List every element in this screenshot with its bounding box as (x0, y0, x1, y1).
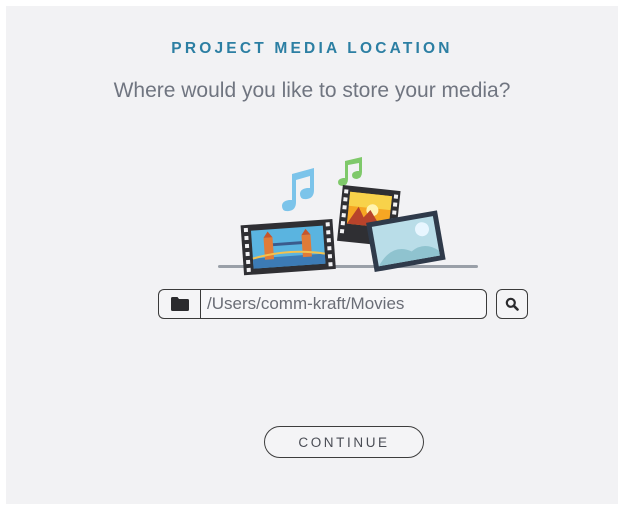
folder-icon (170, 297, 189, 311)
media-location-panel: PROJECT MEDIA LOCATION Where would you l… (6, 6, 618, 504)
browse-folder-button[interactable] (158, 289, 200, 319)
media-location-row (158, 289, 528, 319)
continue-button[interactable]: CONTINUE (264, 426, 424, 458)
search-location-button[interactable] (496, 289, 528, 319)
media-illustration (218, 157, 478, 276)
media-path-input[interactable] (200, 289, 487, 319)
green-music-note-icon (338, 157, 362, 186)
page-subtitle: Where would you like to store your media… (113, 79, 511, 102)
page-title: PROJECT MEDIA LOCATION (171, 40, 453, 57)
search-icon (505, 297, 519, 311)
film-frame-bridge-icon (240, 218, 336, 276)
blue-music-note-icon (282, 168, 314, 212)
